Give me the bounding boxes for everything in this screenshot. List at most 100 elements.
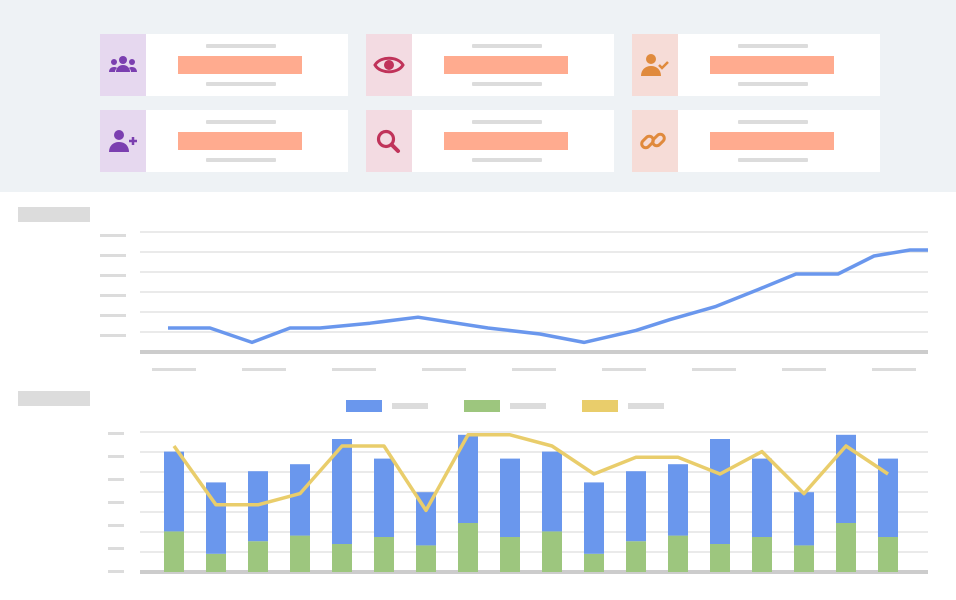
x-tick-label-placeholder: [782, 368, 826, 371]
stat-card[interactable]: [100, 110, 348, 172]
bar-segment-green: [164, 531, 184, 572]
bar-segment-blue: [290, 464, 310, 536]
stat-card-caption-placeholder: [472, 158, 542, 162]
legend-swatch: [464, 400, 500, 412]
y-tick-label-placeholder: [108, 478, 124, 481]
y-tick-label-placeholder: [100, 274, 126, 277]
bar-segment-blue: [794, 492, 814, 546]
y-tick-label-placeholder: [108, 455, 124, 458]
bar-segment-green: [542, 531, 562, 572]
bar-segment-blue: [374, 458, 394, 537]
x-tick-label-placeholder: [602, 368, 646, 371]
bar-segment-green: [248, 541, 268, 572]
legend-label-placeholder: [510, 403, 546, 409]
stat-card-icon-box: [366, 110, 412, 172]
line-series: [168, 248, 928, 345]
stat-card-icon-box: [632, 34, 678, 96]
legend-label-placeholder: [392, 403, 428, 409]
bar-segment-blue: [500, 458, 520, 537]
stat-card-icon-box: [100, 34, 146, 96]
stat-card-value-bar: [178, 132, 302, 150]
y-tick-label-placeholder: [108, 547, 124, 550]
stat-card-label-placeholder: [738, 120, 808, 124]
users-group-icon: [109, 56, 137, 72]
search-icon: [376, 129, 400, 153]
stat-card-label-placeholder: [206, 44, 276, 48]
bar-segment-green: [836, 523, 856, 572]
x-tick-label-placeholder: [152, 368, 196, 371]
bar-segment-blue: [752, 458, 772, 537]
bar-segment-green: [878, 537, 898, 572]
stat-card-body: [678, 34, 880, 96]
bar-segment-green: [500, 537, 520, 572]
user-check-icon: [641, 54, 669, 76]
eye-icon: [373, 56, 405, 74]
stat-card-value-bar: [710, 132, 834, 150]
stat-card-caption-placeholder: [738, 158, 808, 162]
stat-card-value-bar: [710, 56, 834, 74]
y-tick-label-placeholder: [100, 334, 126, 337]
bar-segment-green: [332, 544, 352, 572]
stat-card-body: [678, 110, 880, 172]
stat-card-icon-box: [100, 110, 146, 172]
y-tick-label-placeholder: [108, 501, 124, 504]
x-tick-label-placeholder: [512, 368, 556, 371]
bar-segment-green: [416, 545, 436, 572]
x-tick-label-placeholder: [692, 368, 736, 371]
stat-card-caption-placeholder: [738, 82, 808, 86]
stat-card-caption-placeholder: [206, 82, 276, 86]
y-tick-label-placeholder: [108, 432, 124, 435]
x-tick-label-placeholder: [422, 368, 466, 371]
stat-card[interactable]: [366, 110, 614, 172]
stat-card-value-bar: [444, 56, 568, 74]
stat-card-caption-placeholder: [206, 158, 276, 162]
bar-segment-green: [752, 537, 772, 572]
stat-card-body: [412, 34, 614, 96]
bar-segment-green: [584, 553, 604, 572]
x-tick-label-placeholder: [332, 368, 376, 371]
x-tick-label-placeholder: [242, 368, 286, 371]
legend-swatch: [346, 400, 382, 412]
stat-card-value-bar: [178, 56, 302, 74]
bar-segment-blue: [164, 451, 184, 532]
stat-card[interactable]: [100, 34, 348, 96]
bar-segment-green: [710, 544, 730, 572]
stat-card-body: [146, 34, 348, 96]
legend-swatch: [582, 400, 618, 412]
stat-card-icon-box: [366, 34, 412, 96]
y-tick-label-placeholder: [100, 294, 126, 297]
stat-card-body: [146, 110, 348, 172]
y-tick-label-placeholder: [100, 234, 126, 237]
bar-segment-blue: [668, 464, 688, 536]
stat-card-value-bar: [444, 132, 568, 150]
x-tick-label-placeholder: [872, 368, 916, 371]
bar-chart: [108, 400, 928, 574]
stat-card-label-placeholder: [738, 44, 808, 48]
y-tick-label-placeholder: [108, 570, 124, 573]
bar-segment-green: [458, 523, 478, 572]
bar-segment-green: [794, 545, 814, 572]
stat-card-caption-placeholder: [472, 82, 542, 86]
stat-card-label-placeholder: [472, 44, 542, 48]
user-plus-icon: [109, 130, 137, 152]
bar-segment-green: [206, 553, 226, 572]
stat-card[interactable]: [366, 34, 614, 96]
link-icon: [640, 132, 666, 150]
stat-card-body: [412, 110, 614, 172]
bar-segment-green: [290, 535, 310, 572]
line-chart: [100, 231, 929, 371]
bar-segment-green: [374, 537, 394, 572]
bar-segment-blue: [584, 482, 604, 554]
bar-segment-green: [668, 535, 688, 572]
stat-card-label-placeholder: [472, 120, 542, 124]
stat-card-label-placeholder: [206, 120, 276, 124]
bar-segment-blue: [710, 439, 730, 544]
stat-card[interactable]: [632, 110, 880, 172]
stat-card-icon-box: [632, 110, 678, 172]
bar-segment-blue: [626, 471, 646, 542]
y-tick-label-placeholder: [100, 314, 126, 317]
bar-segment-green: [626, 541, 646, 572]
stat-card[interactable]: [632, 34, 880, 96]
y-tick-label-placeholder: [100, 254, 126, 257]
y-tick-label-placeholder: [108, 524, 124, 527]
